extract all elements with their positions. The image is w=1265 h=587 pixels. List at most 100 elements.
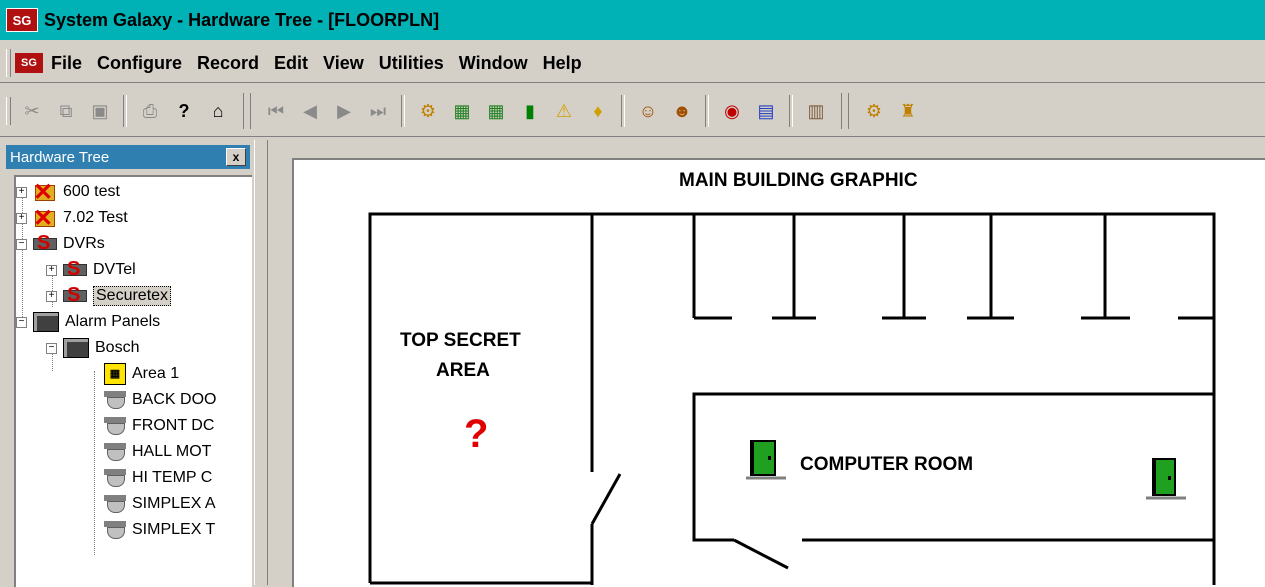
tree-item[interactable]: − Alarm Panels (16, 309, 160, 335)
tree-item-label: DVTel (93, 261, 136, 278)
menu-help[interactable]: Help (543, 53, 582, 74)
tree-item[interactable]: ▦ Area 1 (104, 361, 179, 387)
next-record-icon[interactable]: ▶ (331, 98, 357, 124)
menubar-grip[interactable] (6, 49, 11, 77)
tree-item-label: FRONT DC (132, 417, 215, 434)
dvr-icon (63, 284, 87, 307)
menu-record[interactable]: Record (197, 53, 259, 74)
tree-item[interactable]: SIMPLEX T (104, 517, 215, 543)
expand-icon[interactable]: + (46, 290, 57, 302)
toolbar-grip[interactable] (6, 97, 11, 125)
tree-item[interactable]: − Bosch (46, 335, 139, 361)
tree-item[interactable]: − DVRs (16, 231, 105, 257)
controller-icon[interactable]: ▦ (449, 98, 475, 124)
menu-configure[interactable]: Configure (97, 53, 182, 74)
door-icon[interactable]: ▮ (517, 98, 543, 124)
collapse-icon[interactable]: − (46, 342, 57, 354)
network-icon[interactable]: ⚙ (861, 98, 887, 124)
collapse-icon[interactable]: − (16, 316, 27, 328)
panel-title: Hardware Tree (10, 148, 110, 166)
clipboard-icon[interactable]: ⌂ (205, 98, 231, 124)
question-icon[interactable]: ? (464, 412, 488, 457)
tree-item-label: DVRs (63, 235, 105, 252)
collapse-icon[interactable]: − (16, 238, 27, 250)
tree-item[interactable]: + 600 test (16, 178, 120, 207)
toolbar-separator (841, 93, 849, 129)
copy-icon[interactable]: ⧉ (53, 98, 79, 124)
first-record-icon[interactable]: ⏮ (263, 98, 289, 124)
tree-item-label: Securetex (93, 286, 172, 306)
toolbar-separator (243, 93, 251, 129)
tree-item[interactable]: SIMPLEX A (104, 491, 216, 517)
idea-icon[interactable]: ♦ (585, 98, 611, 124)
close-icon[interactable]: x (226, 148, 246, 166)
tree-item[interactable]: + Securetex (46, 283, 172, 309)
outer-wall (368, 212, 1216, 585)
toolbar: ✂ ⧉ ▣ ⎙ ? ⌂ ⏮ ◀ ▶ ⏭ ⚙ ▦ ▦ ▮ ⚠ ♦ ☺ ☻ ◉ ▤ … (0, 86, 1265, 137)
tree-item-label: HALL MOT (132, 443, 212, 460)
tree-item-label: SIMPLEX A (132, 495, 216, 512)
menu-bar: SG File Configure Record Edit View Utili… (0, 44, 1265, 83)
tree-item[interactable]: HALL MOT (104, 439, 211, 465)
door-icon[interactable] (1146, 456, 1186, 502)
controller2-icon[interactable]: ▦ (483, 98, 509, 124)
app-icon[interactable]: SG (6, 8, 38, 32)
last-record-icon[interactable]: ⏭ (365, 98, 391, 124)
menu-file[interactable]: File (51, 53, 82, 74)
cut-icon[interactable]: ✂ (19, 98, 45, 124)
dvr-icon (63, 258, 87, 281)
toolbar-separator (705, 95, 709, 127)
alarm-panel-icon (63, 338, 89, 358)
floorplan-canvas[interactable]: MAIN BUILDING GRAPHIC TOP SECRET AREA ? … (292, 158, 1265, 587)
tree-item-label: Area 1 (132, 365, 180, 382)
panel-header: Hardware Tree x (6, 145, 250, 169)
door-icon[interactable] (746, 438, 786, 482)
document-icon[interactable]: SG (15, 53, 43, 73)
tree-item-label: Bosch (95, 339, 140, 356)
tree-connector (94, 371, 95, 555)
users-icon[interactable]: ☻ (669, 98, 695, 124)
floorplan-icon[interactable]: ▥ (803, 98, 829, 124)
menu-view[interactable]: View (323, 53, 364, 74)
dvr-icon (33, 232, 57, 255)
title-bar: SG System Galaxy - Hardware Tree - [FLOO… (0, 0, 1265, 40)
hardware-tree: + 600 test + 7.02 Test − DVRs + DVTel + … (14, 175, 252, 587)
tree-item[interactable]: FRONT DC (104, 413, 214, 439)
toolbar-separator (621, 95, 625, 127)
expand-icon[interactable]: + (16, 212, 27, 224)
hardware-tree-icon[interactable]: ⚙ (415, 98, 441, 124)
expand-icon[interactable]: + (46, 264, 57, 276)
print-icon[interactable]: ⎙ (137, 98, 163, 124)
help-icon[interactable]: ? (171, 98, 197, 124)
menu-utilities[interactable]: Utilities (379, 53, 444, 74)
paste-icon[interactable]: ▣ (87, 98, 113, 124)
door-swing (590, 473, 622, 525)
tree-item-label: 7.02 Test (63, 209, 128, 226)
prev-record-icon[interactable]: ◀ (297, 98, 323, 124)
panel-splitter[interactable] (254, 140, 268, 585)
user-icon[interactable]: ☺ (635, 98, 661, 124)
error-x-icon (33, 178, 57, 207)
clock-icon[interactable]: ◉ (719, 98, 745, 124)
menu-window[interactable]: Window (459, 53, 528, 74)
tree-item[interactable]: HI TEMP C (104, 465, 212, 491)
tree-item[interactable]: + DVTel (46, 257, 136, 283)
tree-item[interactable]: + 7.02 Test (16, 204, 128, 233)
tree-item-label: SIMPLEX T (132, 521, 216, 538)
menu-edit[interactable]: Edit (274, 53, 308, 74)
system-icon[interactable]: ♜ (895, 98, 921, 124)
detector-icon (104, 469, 126, 487)
tree-item[interactable]: BACK DOO (104, 387, 216, 413)
mdi-area: MAIN BUILDING GRAPHIC TOP SECRET AREA ? … (272, 140, 1265, 587)
detector-icon (104, 443, 126, 461)
alarm-icon[interactable]: ⚠ (551, 98, 577, 124)
tree-item-label: 600 test (63, 183, 120, 200)
tree-item-label: BACK DOO (132, 391, 217, 408)
top-secret-label-line1: TOP SECRET (400, 330, 521, 351)
grid-icon[interactable]: ▤ (753, 98, 779, 124)
detector-icon (104, 495, 126, 513)
computer-room-label: COMPUTER ROOM (800, 454, 974, 475)
alarm-panel-icon (33, 312, 59, 332)
hardware-tree-panel: Hardware Tree x + 600 test + 7.02 Test −… (6, 145, 252, 587)
expand-icon[interactable]: + (16, 186, 27, 198)
